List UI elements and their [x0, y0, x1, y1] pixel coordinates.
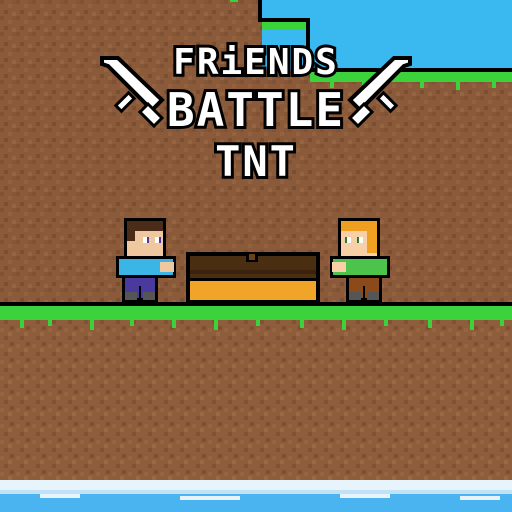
- title-line-3: TNT: [215, 137, 297, 186]
- water: [0, 480, 512, 512]
- game-scene: FRiENDS BATTLE TNT: [0, 0, 512, 512]
- ground-dirt: [0, 306, 512, 486]
- title-line-2: BATTLE: [167, 83, 345, 137]
- treasure-chest: [186, 252, 320, 304]
- title-line-1: FRiENDS: [173, 42, 339, 83]
- game-canvas: FRiENDS BATTLE TNT: [0, 0, 512, 512]
